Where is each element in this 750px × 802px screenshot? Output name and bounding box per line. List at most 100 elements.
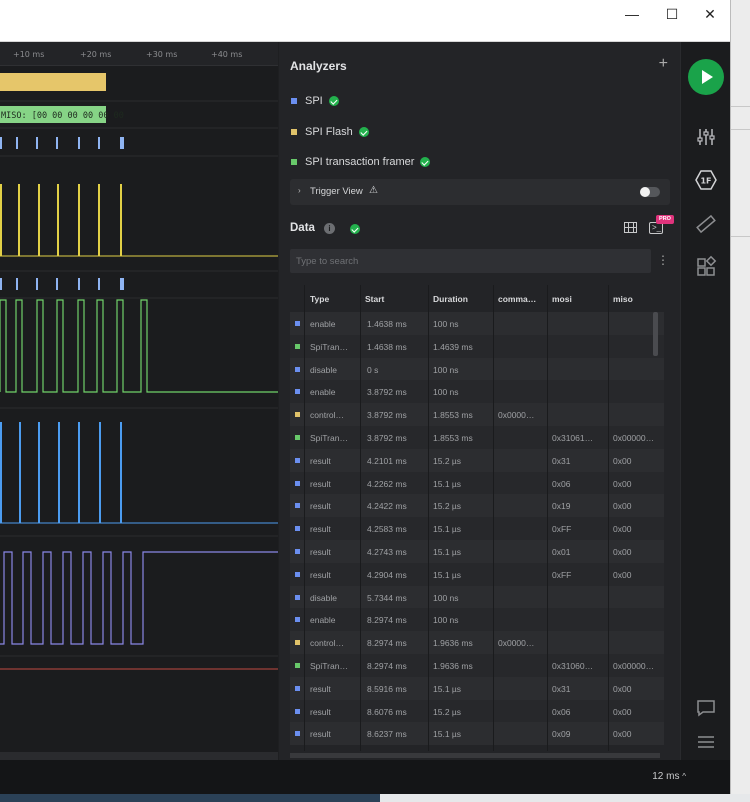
cell-miso: 0x00	[613, 478, 632, 489]
start-capture-button[interactable]	[688, 59, 724, 95]
row-color-swatch	[295, 435, 300, 440]
row-color-swatch	[295, 503, 300, 509]
search-input[interactable]	[290, 249, 651, 273]
analyzer-item-spi[interactable]: SPI	[291, 92, 339, 110]
cell-miso: 0x00	[613, 547, 632, 557]
cell-start: 4.2422 ms	[367, 501, 407, 512]
cell-start: 5.7344 ms	[367, 592, 407, 603]
row-color-swatch	[295, 731, 300, 737]
enable-markers-mid	[0, 278, 124, 290]
cell-type: enable	[310, 615, 336, 626]
cell-duration: 15.1 µs	[433, 569, 462, 580]
extensions-icon[interactable]	[694, 255, 718, 279]
channel-flash-trace[interactable]	[0, 184, 278, 257]
analyzer-color-swatch	[291, 98, 297, 104]
search-box[interactable]	[290, 249, 651, 273]
column-header-miso[interactable]: miso	[613, 294, 633, 304]
timeline-ruler[interactable]: +10 ms +20 ms +30 ms +40 ms	[0, 42, 278, 66]
chevron-right-icon[interactable]: ›	[298, 186, 301, 195]
comment-icon[interactable]	[694, 696, 718, 720]
cell-type: result	[310, 501, 331, 512]
channel-enable-trace[interactable]	[0, 551, 278, 645]
row-color-swatch	[295, 412, 300, 418]
maximize-button[interactable]: ☐	[652, 0, 692, 28]
cell-type: disable	[310, 592, 337, 603]
more-options-icon[interactable]: ⋮	[657, 254, 669, 266]
channel-mosi-trace[interactable]	[0, 422, 278, 524]
info-icon[interactable]: i	[324, 223, 335, 234]
cell-miso: 0x00000…	[613, 661, 655, 671]
zoom-level[interactable]: 12 ms ^	[652, 771, 686, 782]
cell-start: 4.2101 ms	[367, 455, 407, 466]
table-vertical-scrollbar[interactable]	[653, 312, 658, 356]
cell-type: control…	[310, 410, 345, 421]
row-color-swatch	[295, 549, 300, 554]
analyzer-color-swatch	[291, 129, 297, 135]
cell-start: 8.2974 ms	[367, 615, 407, 626]
table-view-icon[interactable]	[624, 222, 637, 233]
cell-duration: 100 ns	[433, 387, 459, 398]
timeline-tick: +40 ms	[211, 50, 243, 59]
row-color-swatch	[295, 389, 300, 395]
column-header-type[interactable]: Type	[310, 294, 329, 304]
waveform-view[interactable]: +10 ms +20 ms +30 ms +40 ms MISO: [00 00…	[0, 42, 278, 760]
analyzer-label: SPI transaction framer	[305, 156, 415, 168]
cell-mosi: 0x06	[552, 706, 571, 717]
chevron-up-icon: ^	[682, 772, 686, 781]
close-button[interactable]: ✕	[690, 0, 730, 28]
analyzer-item-transaction-framer[interactable]: SPI transaction framer	[291, 153, 431, 171]
trigger-view-label: Trigger View	[310, 186, 363, 197]
cell-miso: 0x00	[613, 569, 632, 580]
cell-duration: 1.8553 ms	[433, 410, 473, 421]
add-analyzer-button[interactable]: +	[659, 56, 668, 72]
waveform-traces[interactable]: MISO: [00 00 00 00 00 00	[0, 66, 278, 752]
status-bar: 12 ms ^	[0, 760, 730, 794]
column-header-duration[interactable]: Duration	[433, 294, 468, 304]
cell-type: result	[310, 478, 331, 489]
cell-type: result	[310, 455, 331, 466]
menu-icon[interactable]	[694, 730, 718, 754]
cell-start: 8.6076 ms	[367, 706, 407, 717]
cell-mosi: 0x09	[552, 729, 571, 740]
data-table[interactable]: enable 1.4638 ms 100 ns SpiTran… 1.4638 ms 1.…	[290, 285, 664, 751]
analyzer-label: SPI Flash	[305, 126, 353, 138]
enable-markers-top	[0, 137, 124, 149]
cell-miso: 0x00	[613, 524, 632, 535]
cell-start: 3.8792 ms	[367, 387, 407, 398]
pro-badge: PRO	[656, 215, 674, 224]
table-horizontal-scrollbar[interactable]	[290, 753, 660, 758]
cell-miso: 0x00	[613, 455, 632, 466]
trigger-view-row[interactable]: › Trigger View ⚠	[290, 179, 670, 205]
minimize-button[interactable]: —	[612, 0, 652, 28]
cell-duration: 15.2 µs	[433, 706, 462, 717]
cell-start: 8.5916 ms	[367, 683, 407, 694]
cell-type: SpiTran…	[310, 341, 348, 352]
waveform-scrollbar[interactable]	[0, 752, 278, 760]
cell-duration: 1.4639 ms	[433, 341, 473, 352]
hex-format-icon[interactable]: 1F	[694, 168, 718, 192]
row-color-swatch	[295, 343, 300, 349]
timeline-tick: +20 ms	[80, 50, 112, 59]
main-area: +10 ms +20 ms +30 ms +40 ms MISO: [00 00…	[0, 42, 730, 760]
column-header-command[interactable]: comma…	[498, 294, 536, 304]
cell-command: 0x0000…	[498, 410, 535, 421]
trigger-view-toggle[interactable]	[640, 187, 660, 197]
os-taskbar	[0, 794, 750, 802]
cell-start: 8.2974 ms	[367, 661, 407, 671]
cell-duration: 100 ns	[433, 615, 459, 626]
cell-duration: 1.8553 ms	[433, 433, 473, 443]
ruler-icon[interactable]	[694, 212, 718, 236]
flash-decode-bubble[interactable]	[0, 73, 106, 91]
cell-type: result	[310, 569, 331, 580]
cell-duration: 1.9636 ms	[433, 661, 473, 671]
cell-mosi: 0x31	[552, 455, 571, 466]
spi-decode-label: MISO: [00 00 00 00 00 00	[1, 111, 124, 121]
sliders-icon[interactable]	[694, 125, 718, 149]
column-header-start[interactable]: Start	[365, 294, 384, 304]
analyzer-item-spi-flash[interactable]: SPI Flash	[291, 123, 369, 141]
channel-clock-trace[interactable]	[0, 299, 278, 393]
cell-type: control…	[310, 638, 345, 649]
column-header-mosi[interactable]: mosi	[552, 294, 572, 304]
check-icon	[358, 127, 369, 137]
cell-start: 3.8792 ms	[367, 433, 407, 443]
